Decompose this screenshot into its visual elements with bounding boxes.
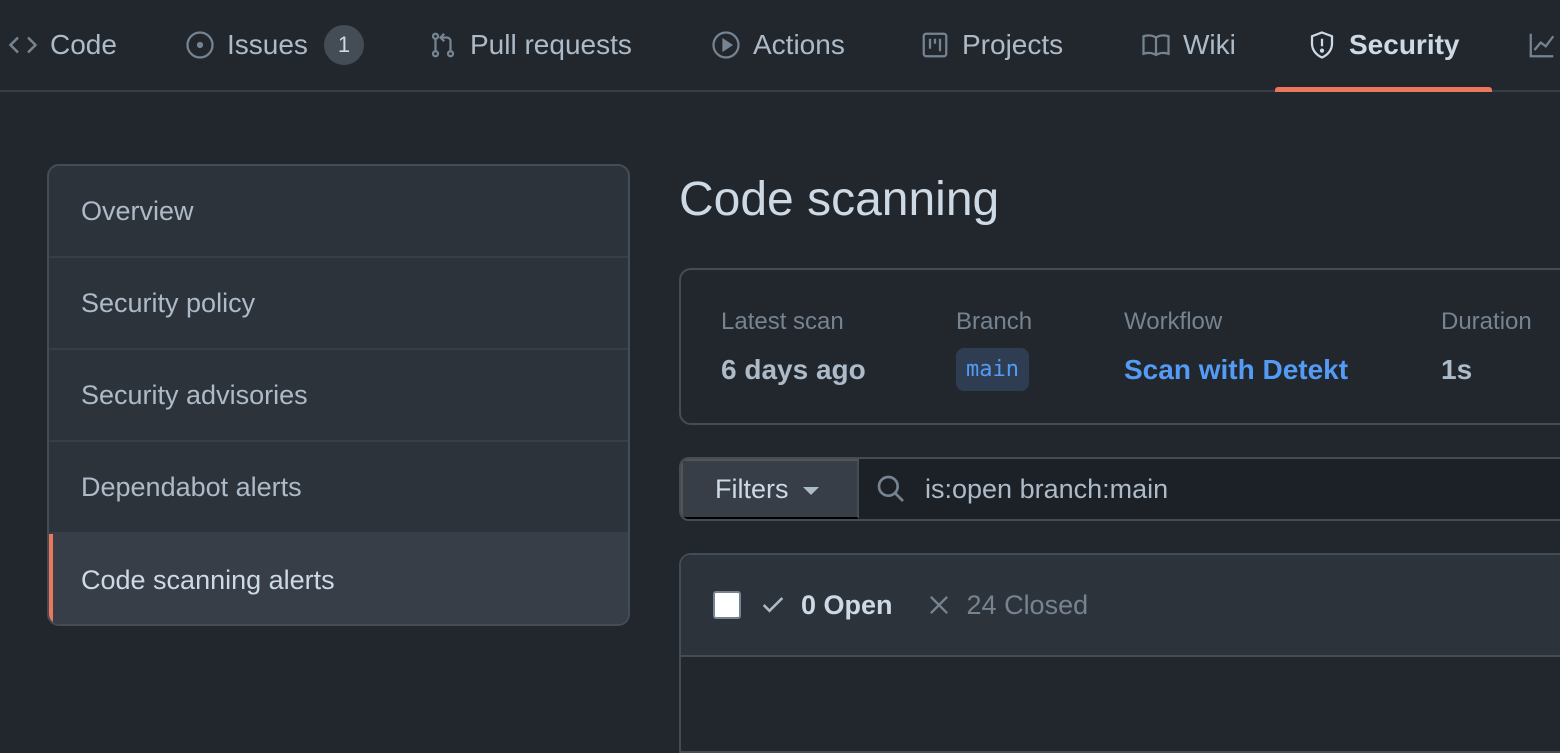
latest-scan-info: Latest scan 6 days ago — [721, 308, 866, 386]
shield-icon — [1310, 31, 1334, 59]
sidebar-item-label: Security advisories — [81, 379, 308, 410]
sidebar-item-label: Security policy — [81, 287, 256, 318]
closed-alerts-filter[interactable]: 24 Closed — [925, 589, 1089, 621]
duration-info: Duration 1s — [1441, 308, 1532, 386]
latest-scan-panel: Latest scan 6 days ago Branch main Workf… — [679, 268, 1560, 425]
select-all-checkbox[interactable] — [713, 591, 741, 619]
play-icon — [712, 31, 740, 59]
open-count-label: 0 Open — [801, 589, 893, 620]
page-title: Code scanning — [679, 173, 1000, 226]
filter-bar: Filters — [679, 457, 1560, 521]
sidebar-item-security-policy[interactable]: Security policy — [49, 258, 628, 350]
alerts-list: 0 Open 24 Closed — [679, 553, 1560, 753]
filters-button[interactable]: Filters — [681, 459, 859, 519]
search-input[interactable] — [925, 459, 1560, 519]
git-pull-request-icon — [431, 32, 455, 58]
check-icon — [762, 597, 784, 613]
sidebar-item-dependabot-alerts[interactable]: Dependabot alerts — [49, 442, 628, 534]
tab-pull-requests-label: Pull requests — [470, 29, 632, 60]
tab-security[interactable]: Security — [1275, 0, 1491, 92]
sidebar-item-label: Overview — [81, 195, 194, 226]
tab-wiki-label: Wiki — [1183, 29, 1236, 60]
sidebar-item-label: Dependabot alerts — [81, 471, 302, 502]
tab-actions-label: Actions — [753, 29, 845, 60]
tab-projects[interactable]: Projects — [920, 0, 1063, 90]
graph-icon — [1529, 33, 1555, 58]
closed-count-label: 24 Closed — [966, 589, 1089, 620]
workflow-info: Workflow Scan with Detekt — [1124, 308, 1348, 386]
latest-scan-label: Latest scan — [721, 308, 844, 335]
sidebar-item-code-scanning-alerts[interactable]: Code scanning alerts — [49, 534, 628, 624]
book-icon — [1142, 34, 1170, 57]
tab-code-label: Code — [50, 29, 117, 60]
tab-actions[interactable]: Actions — [711, 0, 845, 90]
duration-label: Duration — [1441, 308, 1532, 335]
code-icon — [8, 36, 38, 54]
issues-counter: 1 — [323, 25, 364, 65]
branch-info: Branch main — [956, 308, 1032, 391]
workflow-link[interactable]: Scan with Detekt — [1124, 354, 1348, 386]
tab-issues-label: Issues — [227, 29, 308, 60]
tab-code[interactable]: Code — [8, 0, 117, 90]
latest-scan-value: 6 days ago — [721, 354, 866, 385]
triangle-down-icon — [802, 487, 819, 495]
search-box — [859, 459, 1560, 519]
security-sidebar: Overview Security policy Security adviso… — [47, 164, 630, 626]
sidebar-item-security-advisories[interactable]: Security advisories — [49, 350, 628, 442]
filters-button-label: Filters — [715, 473, 789, 504]
branch-label: Branch — [956, 308, 1033, 335]
duration-value: 1s — [1441, 354, 1473, 385]
sidebar-item-label: Code scanning alerts — [81, 564, 335, 595]
project-icon — [922, 32, 948, 58]
tab-issues[interactable]: Issues 1 — [185, 0, 364, 90]
tab-wiki[interactable]: Wiki — [1141, 0, 1236, 90]
branch-name[interactable]: main — [956, 348, 1029, 391]
workflow-label: Workflow — [1124, 308, 1223, 335]
sidebar-item-overview[interactable]: Overview — [49, 166, 628, 258]
alerts-list-header: 0 Open 24 Closed — [681, 555, 1560, 657]
x-icon — [929, 596, 948, 614]
tab-security-label: Security — [1349, 29, 1460, 60]
search-icon — [877, 475, 904, 502]
tab-insights[interactable] — [1527, 0, 1557, 90]
tab-pull-requests[interactable]: Pull requests — [428, 0, 632, 90]
open-alerts-filter[interactable]: 0 Open — [759, 590, 893, 621]
issue-opened-icon — [186, 31, 214, 59]
tab-projects-label: Projects — [962, 29, 1064, 60]
repo-nav: Code Issues 1 Pull requests Actions Proj… — [0, 0, 1560, 92]
